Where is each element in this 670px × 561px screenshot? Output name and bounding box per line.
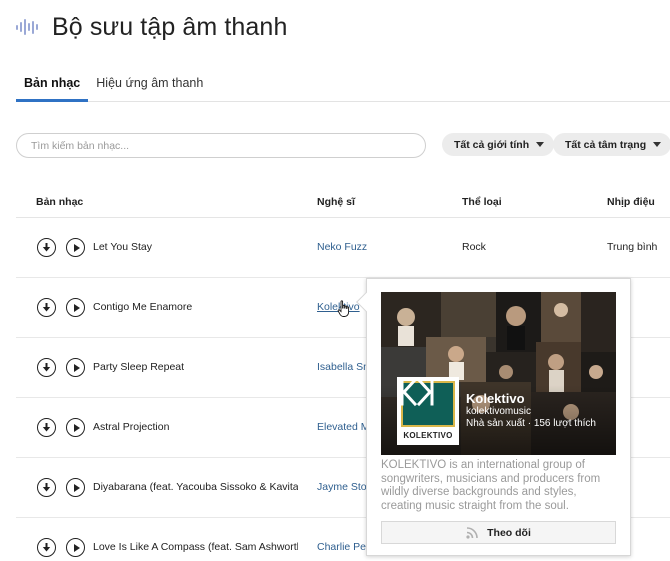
audio-waveform-icon <box>16 18 42 36</box>
play-button[interactable] <box>66 478 85 497</box>
download-icon <box>41 242 52 254</box>
page-header: Bộ sưu tập âm thanh <box>16 10 287 44</box>
play-button[interactable] <box>66 238 85 257</box>
chevron-down-icon <box>536 142 545 147</box>
track-title: Let You Stay <box>93 241 152 253</box>
play-button[interactable] <box>66 358 85 377</box>
column-header-tempo[interactable]: Nhịp điệu <box>607 196 655 208</box>
play-icon <box>72 423 81 433</box>
download-button[interactable] <box>37 478 56 497</box>
track-title: Love Is Like A Compass (feat. Sam Ashwor… <box>93 541 298 553</box>
track-title: Contigo Me Enamore <box>93 301 193 313</box>
play-button[interactable] <box>66 298 85 317</box>
play-icon <box>72 303 81 313</box>
artist-hover-card: KOLEKTIVO Kolektivo kolektivomusic Nhà s… <box>356 278 631 556</box>
play-icon <box>72 243 81 253</box>
download-icon <box>41 302 52 314</box>
column-header-artist[interactable]: Nghệ sĩ <box>317 196 355 208</box>
download-icon <box>41 362 52 374</box>
table-row: Let You Stay Neko Fuzz Rock Trung bình <box>16 218 670 278</box>
download-button[interactable] <box>37 298 56 317</box>
play-icon <box>72 363 81 373</box>
rss-icon <box>466 527 478 539</box>
chevron-down-icon <box>653 142 662 147</box>
artist-description: KOLEKTIVO is an international group of s… <box>381 459 601 512</box>
track-tempo: Trung bình <box>607 241 658 253</box>
download-button[interactable] <box>37 238 56 257</box>
artist-name[interactable]: Kolektivo <box>466 391 525 406</box>
track-title: Diyabarana (feat. Yacouba Sissoko & Kavi… <box>93 481 298 493</box>
column-header-track[interactable]: Bản nhạc <box>36 196 83 208</box>
tab-bar: Bản nhạc Hiệu ứng âm thanh <box>16 64 670 102</box>
search-input[interactable] <box>16 133 426 158</box>
download-icon <box>41 422 52 434</box>
track-title: Astral Projection <box>93 421 170 433</box>
table-header: Bản nhạc Nghệ sĩ Thể loại Nhịp điệu <box>16 188 670 218</box>
artist-link[interactable]: Neko Fuzz <box>317 241 462 253</box>
artist-logo: KOLEKTIVO <box>397 377 459 445</box>
mood-filter-dropdown[interactable]: Tất cả tâm trạng <box>553 133 670 156</box>
play-button[interactable] <box>66 538 85 557</box>
artist-cover-image: KOLEKTIVO Kolektivo kolektivomusic Nhà s… <box>381 292 616 455</box>
artist-meta: Nhà sản xuất · 156 lượt thích <box>466 418 596 429</box>
download-button[interactable] <box>37 358 56 377</box>
play-icon <box>72 483 81 493</box>
mood-filter-label: Tất cả tâm trạng <box>565 138 647 151</box>
page-title: Bộ sưu tập âm thanh <box>52 12 288 41</box>
download-icon <box>41 482 52 494</box>
download-icon <box>41 542 52 554</box>
download-button[interactable] <box>37 418 56 437</box>
play-icon <box>72 543 81 553</box>
follow-button[interactable]: Theo dõi <box>381 521 616 544</box>
tab-sound-effects[interactable]: Hiệu ứng âm thanh <box>88 64 211 102</box>
track-title: Party Sleep Repeat <box>93 361 185 373</box>
play-button[interactable] <box>66 418 85 437</box>
artist-logo-text: KOLEKTIVO <box>403 431 453 440</box>
kolektivo-logo-icon <box>400 377 455 427</box>
download-button[interactable] <box>37 538 56 557</box>
column-header-genre[interactable]: Thể loại <box>462 196 502 208</box>
gender-filter-label: Tất cả giới tính <box>454 138 530 151</box>
track-genre: Rock <box>462 241 486 253</box>
gender-filter-dropdown[interactable]: Tất cả giới tính <box>442 133 555 156</box>
artist-handle: kolektivomusic <box>466 406 532 417</box>
hand-cursor-icon <box>337 300 350 317</box>
follow-label: Theo dõi <box>487 526 531 539</box>
tab-tracks[interactable]: Bản nhạc <box>16 64 89 102</box>
